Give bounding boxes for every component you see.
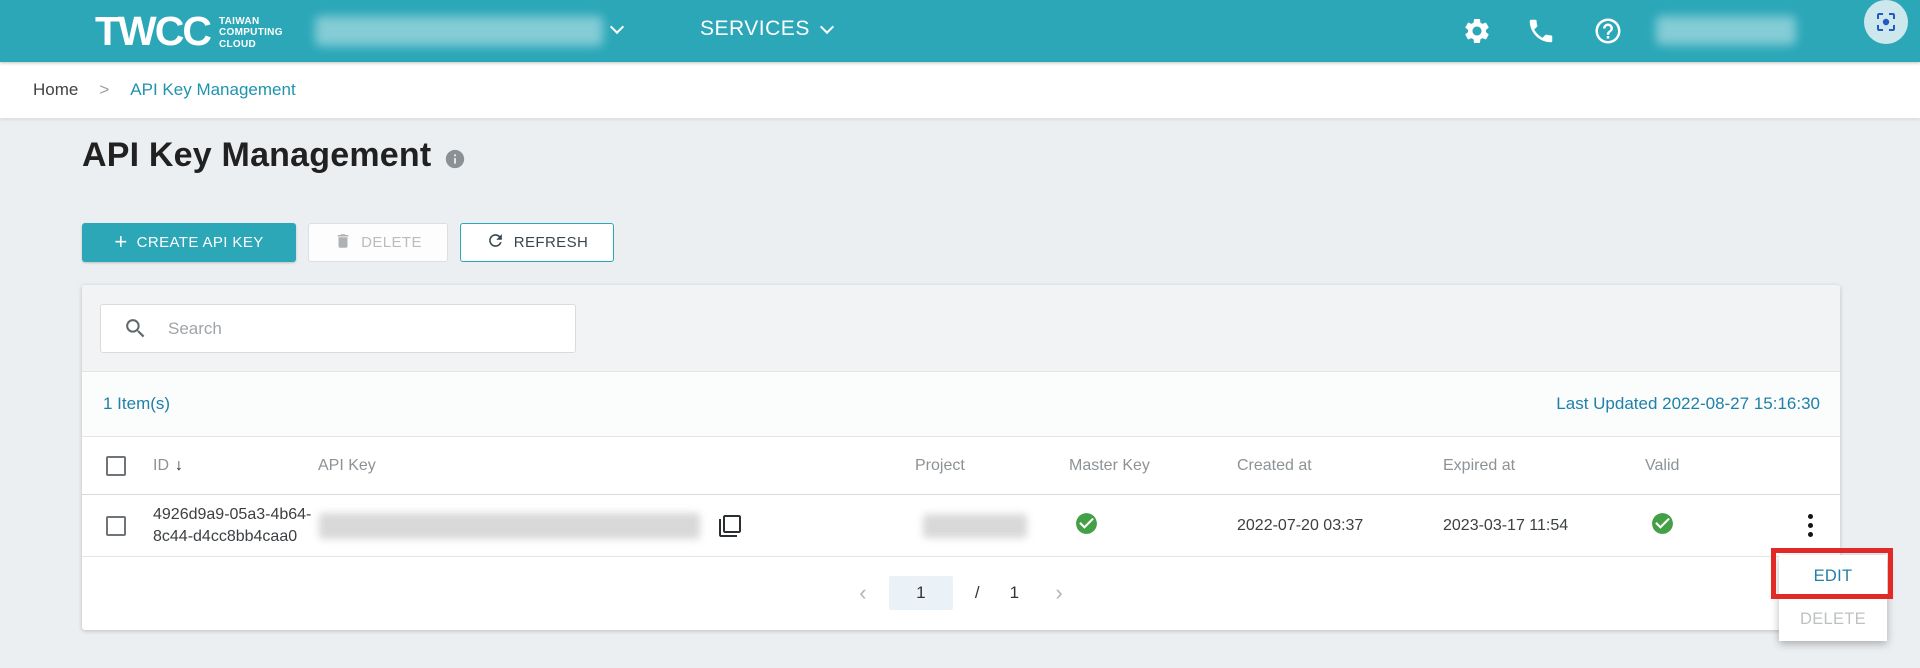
prev-page-icon[interactable]: ‹ xyxy=(853,580,873,606)
next-page-icon[interactable]: › xyxy=(1049,580,1069,606)
column-header-project: Project xyxy=(915,456,965,474)
services-label: SERVICES xyxy=(700,17,810,40)
chevron-down-icon[interactable] xyxy=(609,19,625,35)
project-selector-blurred[interactable] xyxy=(315,16,603,46)
logo-tagline: TAIWAN COMPUTING CLOUD xyxy=(218,15,283,50)
settings-gear-icon[interactable] xyxy=(1462,16,1492,46)
column-header-created-at: Created at xyxy=(1237,456,1312,474)
page-title: API Key Management xyxy=(82,136,432,174)
refresh-button[interactable]: REFRESH xyxy=(460,223,614,262)
context-menu-delete: DELETE xyxy=(1800,610,1866,628)
row-checkbox[interactable] xyxy=(106,515,126,536)
delete-button[interactable]: DELETE xyxy=(308,223,448,262)
items-count: 1 Item(s) xyxy=(103,394,171,413)
services-menu[interactable]: SERVICES xyxy=(700,17,834,41)
breadcrumb-current-page[interactable]: API Key Management xyxy=(130,80,295,100)
current-page-input[interactable]: 1 xyxy=(888,575,953,610)
column-header-valid: Valid xyxy=(1645,456,1680,474)
row-id-value: 4926d9a9-05a3-4b64-8c44-d4cc8bb4caa0 xyxy=(153,505,312,545)
table-row: 4926d9a9-05a3-4b64-8c44-d4cc8bb4caa0 202… xyxy=(82,495,1840,557)
plus-icon: + xyxy=(114,228,128,254)
api-key-value-blurred xyxy=(319,512,700,539)
search-icon xyxy=(126,319,145,338)
search-box xyxy=(100,304,576,353)
help-icon[interactable] xyxy=(1593,16,1623,46)
top-navbar: TWCC TAIWAN COMPUTING CLOUD SERVICES xyxy=(0,0,1920,62)
logo-brand-text: TWCC xyxy=(95,8,212,54)
pagination: ‹ 1 / 1 › xyxy=(82,557,1840,628)
breadcrumb-home-link[interactable]: Home xyxy=(33,80,78,100)
column-header-id[interactable]: ID ↓ xyxy=(146,457,311,475)
screenshot-overlay-icon[interactable] xyxy=(1864,0,1908,44)
column-header-expired-at: Expired at xyxy=(1443,456,1516,474)
breadcrumb: Home > API Key Management xyxy=(0,62,1920,118)
info-icon[interactable] xyxy=(444,148,466,170)
page-separator: / xyxy=(974,582,980,602)
chevron-down-icon xyxy=(819,19,834,35)
valid-check-icon xyxy=(1650,512,1675,540)
breadcrumb-separator: > xyxy=(99,80,110,99)
refresh-icon xyxy=(486,231,505,254)
total-pages: 1 xyxy=(1009,582,1020,602)
row-context-menu: EDIT DELETE xyxy=(1779,555,1887,641)
select-all-checkbox[interactable] xyxy=(106,455,126,476)
expired-at-value: 2023-03-17 11:54 xyxy=(1443,516,1569,534)
created-at-value: 2022-07-20 03:37 xyxy=(1237,516,1364,534)
table-header-row: ID ↓ API Key Project Master Key Created … xyxy=(82,437,1840,495)
phone-contact-icon[interactable] xyxy=(1526,16,1556,46)
copy-icon[interactable] xyxy=(718,514,742,538)
create-api-key-button[interactable]: + CREATE API KEY xyxy=(82,223,296,262)
sort-desc-icon: ↓ xyxy=(175,456,183,474)
user-name-blurred[interactable] xyxy=(1656,16,1796,45)
toolbar: + CREATE API KEY DELETE REFRESH xyxy=(82,223,614,262)
column-header-master-key: Master Key xyxy=(1069,456,1150,474)
last-updated: Last Updated 2022-08-27 15:16:30 xyxy=(1556,394,1820,413)
trash-icon xyxy=(334,232,352,254)
twcc-logo[interactable]: TWCC TAIWAN COMPUTING CLOUD xyxy=(95,9,283,53)
project-value-blurred xyxy=(923,513,1027,538)
column-header-api-key: API Key xyxy=(318,456,376,474)
search-input[interactable] xyxy=(168,318,548,339)
search-section xyxy=(82,285,1840,372)
row-actions-kebab-icon[interactable] xyxy=(1797,511,1823,541)
api-key-table-card: 1 Item(s) Last Updated 2022-08-27 15:16:… xyxy=(82,285,1840,630)
master-key-check-icon xyxy=(1074,512,1099,540)
context-menu-edit[interactable]: EDIT xyxy=(1779,555,1887,598)
